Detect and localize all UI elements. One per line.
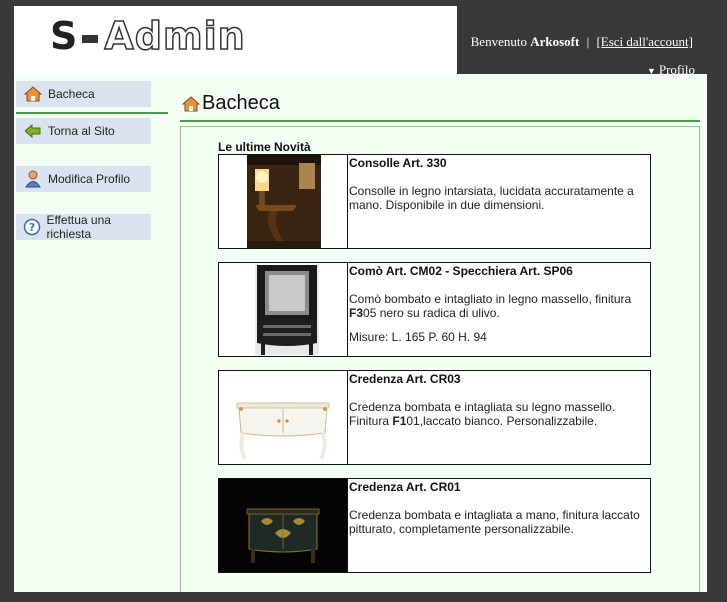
sidebar-item-bacheca[interactable]: Bacheca xyxy=(16,81,151,107)
page-frame: S Admin Benvenuto Arkosoft | [Esci dall'a… xyxy=(14,6,707,592)
product-info: Credenza Art. CR01 Credenza bombata e in… xyxy=(348,479,650,572)
profile-menu[interactable]: ▼ Profilo xyxy=(647,62,695,78)
topbar: Benvenuto Arkosoft | [Esci dall'account]… xyxy=(457,6,707,77)
desc-text: 01,laccato bianco. Personalizzabile. xyxy=(406,414,598,428)
product-image[interactable] xyxy=(219,371,348,464)
desc-finish-code: F3 xyxy=(349,306,364,320)
sidebar-divider xyxy=(16,112,168,114)
svg-text:?: ? xyxy=(29,221,35,234)
separator: | xyxy=(586,34,590,49)
desc-text: Comò bombato e intagliato in legno masse… xyxy=(349,292,632,306)
product-image[interactable] xyxy=(219,155,348,248)
triangle-down-icon: ▼ xyxy=(646,66,656,76)
home-icon xyxy=(181,95,201,113)
product-info: Consolle Art. 330 Consolle in legno inta… xyxy=(348,155,650,248)
logo-admin: Admin xyxy=(104,13,246,59)
logo-area: S Admin xyxy=(14,6,457,74)
sidebar-item-modifica-profilo[interactable]: Modifica Profilo xyxy=(16,166,151,192)
main-content: Bacheca Le ultime Novità Consolle Art. 3… xyxy=(180,86,700,592)
sidebar-item-torna-al-sito[interactable]: Torna al Sito xyxy=(16,118,151,144)
product-name[interactable]: Credenza Art. CR03 xyxy=(349,372,649,386)
profile-label: Profilo xyxy=(658,62,695,77)
desc-text: 05 nero su radica di ulivo. xyxy=(363,306,500,320)
product-info: Comò Art. CM02 - Specchiera Art. SP06 Co… xyxy=(348,263,650,356)
product-desc: Credenza bombata e intagliata a mano, fi… xyxy=(349,508,640,536)
sidebar-item-label: Torna al Sito xyxy=(48,124,115,138)
logout-link[interactable]: [Esci dall'account] xyxy=(596,34,693,49)
help-icon: ? xyxy=(22,217,42,237)
sidebar: Bacheca Torna al Sito Modifica Profilo ?… xyxy=(14,74,169,592)
logo-dash xyxy=(82,34,99,43)
desc-finish-code: F1 xyxy=(392,414,407,428)
sidebar-item-richiesta[interactable]: ? Effettua una richiesta xyxy=(16,213,151,241)
product-image[interactable] xyxy=(219,263,348,356)
product-name[interactable]: Credenza Art. CR01 xyxy=(349,480,649,494)
product-desc: Comò bombato e intagliato in legno masse… xyxy=(349,292,649,320)
sidebar-item-label: Bacheca xyxy=(48,87,95,101)
product-card[interactable]: Comò Art. CM02 - Specchiera Art. SP06 Co… xyxy=(218,262,651,357)
home-icon xyxy=(22,84,44,104)
logo-s: S xyxy=(50,14,79,58)
welcome-prefix: Benvenuto xyxy=(470,34,527,49)
page-title-text: Bacheca xyxy=(202,92,280,114)
product-measures: Misure: L. 165 P. 60 H. 94 xyxy=(349,330,487,344)
sidebar-item-label: Effettua una richiesta xyxy=(46,213,111,241)
user-icon xyxy=(22,169,44,189)
section-label: Le ultime Novità xyxy=(218,140,311,154)
product-info: Credenza Art. CR03 Credenza bombata e in… xyxy=(348,371,650,464)
product-image[interactable] xyxy=(219,479,348,572)
logo[interactable]: S Admin xyxy=(50,13,246,59)
product-card[interactable]: Credenza Art. CR03 Credenza bombata e in… xyxy=(218,370,651,465)
product-name[interactable]: Comò Art. CM02 - Specchiera Art. SP06 xyxy=(349,264,649,278)
arrow-left-icon xyxy=(22,121,44,141)
sidebar-item-label: Modifica Profilo xyxy=(48,172,131,186)
username: Arkosoft xyxy=(530,34,580,49)
product-desc: Consolle in legno intarsiata, lucidata a… xyxy=(349,184,634,212)
title-divider xyxy=(180,120,700,122)
product-card[interactable]: Consolle Art. 330 Consolle in legno inta… xyxy=(218,154,651,249)
product-desc: Credenza bombata e intagliata su legno m… xyxy=(349,400,649,428)
product-card[interactable]: Credenza Art. CR01 Credenza bombata e in… xyxy=(218,478,651,573)
welcome-text: Benvenuto Arkosoft | [Esci dall'account] xyxy=(471,34,693,50)
product-name[interactable]: Consolle Art. 330 xyxy=(349,156,649,170)
page-title: Bacheca xyxy=(181,92,280,115)
